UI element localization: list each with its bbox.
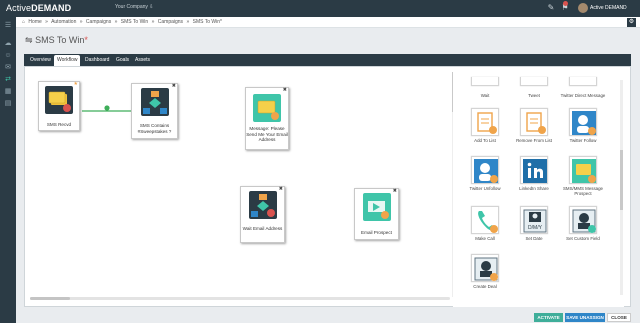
palette-item-twitter-unfollow[interactable]: Twitter Unfollow bbox=[465, 156, 505, 200]
tab-workflow[interactable]: Workflow bbox=[54, 55, 81, 66]
contacts-icon[interactable]: ☺ bbox=[3, 51, 13, 61]
set-custom-field-icon bbox=[569, 206, 597, 234]
workflow-node-email-prospect[interactable]: ✖ Email Prospect bbox=[354, 188, 399, 240]
tab-dashboard[interactable]: Dashboard bbox=[82, 55, 112, 66]
palette-item-set-custom-field[interactable]: Set Custom Field bbox=[563, 206, 603, 250]
message-icon bbox=[253, 94, 281, 122]
chat-icon[interactable]: ✉ bbox=[3, 63, 13, 73]
palette-item-create-deal[interactable]: Create Deal bbox=[465, 254, 505, 298]
workflow-node-wait-email[interactable]: ✖ Wait Email Address bbox=[240, 186, 285, 243]
add-to-list-icon bbox=[471, 108, 499, 136]
set-date-icon: D/M/Y bbox=[520, 206, 548, 234]
linkedin-icon bbox=[520, 156, 548, 184]
breadcrumb-bar: ⌂ Home » Automation » Campaigns » SMS To… bbox=[16, 17, 640, 28]
palette-item-remove-from-list[interactable]: Remove From List bbox=[514, 108, 554, 152]
calendar-icon[interactable]: ▦ bbox=[3, 87, 13, 97]
palette-item-add-to-list[interactable]: Add To List bbox=[465, 108, 505, 152]
page-title: ⇋ SMS To Win* bbox=[25, 35, 88, 45]
close-icon[interactable]: ✖ bbox=[279, 186, 283, 192]
tweet-icon bbox=[520, 77, 548, 86]
connector-check-icon bbox=[104, 105, 110, 111]
tab-overview[interactable]: Overview bbox=[27, 55, 54, 66]
user-menu[interactable]: Active DEMAND bbox=[590, 5, 627, 11]
sms-recvd-icon bbox=[45, 86, 73, 114]
email-prospect-icon bbox=[362, 193, 391, 221]
svg-text:D/M/Y: D/M/Y bbox=[528, 225, 543, 231]
workflow-node-sms-contains[interactable]: ✖ SMS Contains #Sweepstakes ? bbox=[131, 83, 178, 139]
crumb-automation[interactable]: Automation bbox=[51, 19, 76, 25]
palette-item-set-date[interactable]: D/M/Y Set Date bbox=[514, 206, 554, 250]
palette-item-linkedin-share[interactable]: LinkedIn Share bbox=[514, 156, 554, 200]
workflow-node-sms-recvd[interactable]: ★ SMS Recvd bbox=[38, 81, 80, 131]
crumb-home[interactable]: Home bbox=[28, 19, 41, 25]
phone-icon bbox=[471, 206, 499, 234]
twitter-dm-icon bbox=[569, 77, 597, 86]
sidebar: ☰ ☁ ☺ ✉ ⇄ ▦ ▤ bbox=[0, 17, 16, 323]
tab-bar: Overview Workflow Dashboard Goals Assets bbox=[24, 54, 631, 66]
logo[interactable]: ActiveDEMAND bbox=[6, 3, 71, 13]
palette-item-make-call[interactable]: Make Call bbox=[465, 206, 505, 250]
create-deal-icon bbox=[471, 254, 499, 282]
tab-assets[interactable]: Assets bbox=[132, 55, 153, 66]
workflow-node-message[interactable]: ✖ Message: Please Send Me Your Email Add… bbox=[245, 87, 289, 150]
settings-gear-icon[interactable]: ⚙ bbox=[627, 18, 636, 27]
palette-item-twitter-follow[interactable]: Twitter Follow bbox=[563, 108, 603, 152]
company-switcher[interactable]: Your Company ⇩ bbox=[115, 4, 153, 10]
campaign-icon: ⇋ bbox=[25, 35, 33, 45]
crumb-campaigns[interactable]: Campaigns bbox=[86, 19, 111, 25]
wrench-icon[interactable]: ✎ bbox=[546, 3, 556, 13]
automation-icon[interactable]: ⇄ bbox=[3, 75, 13, 85]
tab-goals[interactable]: Goals bbox=[113, 55, 132, 66]
wait-icon bbox=[471, 77, 499, 86]
avatar[interactable] bbox=[578, 3, 588, 13]
crumb-sms-to-win[interactable]: SMS To Win bbox=[121, 19, 148, 25]
close-button[interactable]: CLOSE bbox=[607, 313, 631, 322]
close-icon[interactable]: ✖ bbox=[393, 188, 397, 194]
start-star-icon: ★ bbox=[73, 81, 78, 87]
home-icon[interactable]: ⌂ bbox=[22, 19, 25, 25]
twitter-follow-icon bbox=[569, 108, 597, 136]
sms-icon bbox=[569, 156, 597, 184]
menu-icon[interactable]: ☰ bbox=[3, 21, 13, 31]
cloud-icon[interactable]: ☁ bbox=[3, 39, 13, 49]
close-icon[interactable]: ✖ bbox=[283, 87, 287, 93]
notification-badge bbox=[563, 1, 568, 6]
close-icon[interactable]: ✖ bbox=[172, 83, 176, 89]
crumb-campaigns-2[interactable]: Campaigns bbox=[158, 19, 183, 25]
palette-item-sms-mms[interactable]: SMS/MMS Message Prospect bbox=[563, 156, 603, 200]
horizontal-scrollbar[interactable] bbox=[30, 297, 450, 300]
activate-button[interactable]: ACTIVATE bbox=[534, 313, 563, 322]
save-unassign-button[interactable]: SAVE UNASSIGN bbox=[565, 313, 605, 322]
top-bar: ActiveDEMAND Your Company ⇩ ✎ ⚑ Active D… bbox=[0, 0, 640, 17]
wait-decision-icon bbox=[248, 191, 277, 219]
action-palette: Wait Tweet Twitter Direct Message Add To… bbox=[453, 70, 624, 307]
remove-from-list-icon bbox=[520, 108, 548, 136]
twitter-unfollow-icon bbox=[471, 156, 499, 184]
report-icon[interactable]: ▤ bbox=[3, 99, 13, 109]
palette-scrollbar[interactable] bbox=[620, 80, 623, 295]
decision-icon bbox=[140, 88, 169, 116]
crumb-current: SMS To Win* bbox=[192, 19, 222, 25]
breadcrumb: ⌂ Home » Automation » Campaigns » SMS To… bbox=[22, 19, 222, 25]
